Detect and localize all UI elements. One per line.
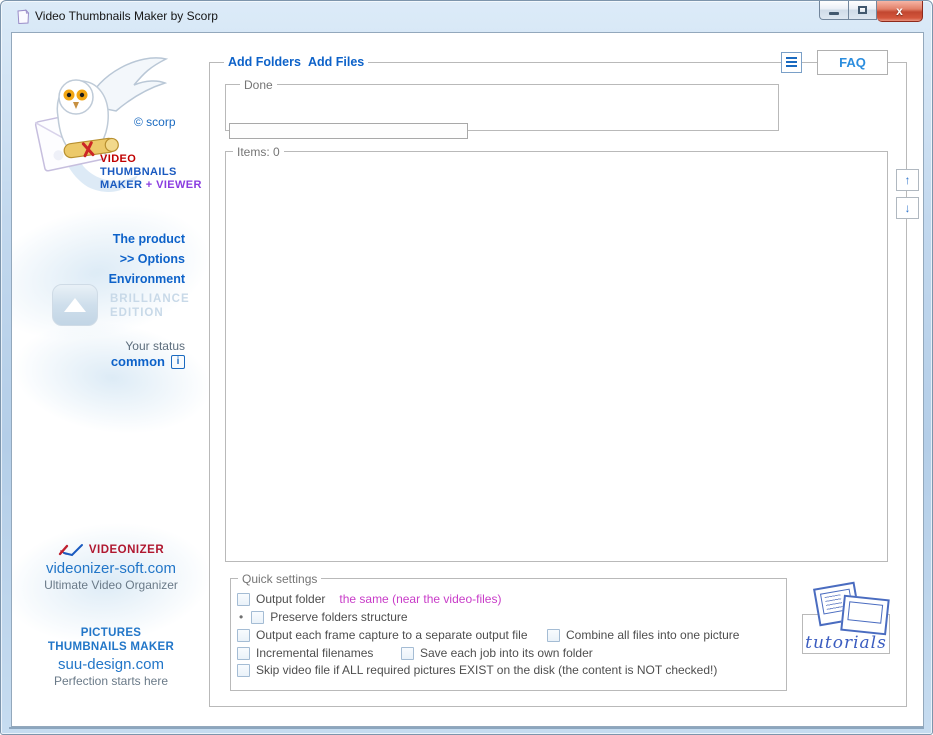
preserve-structure-checkbox[interactable] [251,611,264,624]
faq-button[interactable]: FAQ [817,50,888,75]
progress-bar [229,123,468,139]
items-list[interactable] [225,151,888,562]
separate-file-row: Output each frame capture to a separate … [237,628,528,642]
photo-sketch-icon [840,595,890,636]
app-window: Video Thumbnails Maker by Scorp x [0,0,933,735]
pictures-promo: PICTURES THUMBNAILS MAKER suu-design.com… [20,626,202,689]
videonizer-name: VIDEONIZER [89,544,164,556]
output-folder-row: Output folder the same (near the video-f… [237,592,501,606]
add-folders-link[interactable]: Add Folders [224,55,305,70]
save-job-checkbox[interactable] [401,647,414,660]
skip-video-checkbox[interactable] [237,664,250,677]
close-button[interactable]: x [877,1,923,22]
output-folder-value[interactable]: the same (near the video-files) [339,592,501,606]
logo-line-video: VIDEO [100,153,202,166]
separate-file-checkbox[interactable] [237,629,250,642]
photo-lines [825,594,843,611]
photo-inner [847,601,883,623]
move-down-button[interactable]: ↓ [896,197,919,219]
up-triangle-icon [64,298,86,312]
pictures-line1: PICTURES [20,626,202,640]
brilliance-edition-button[interactable] [52,284,98,326]
edition-label: BRILLIANCE EDITION [110,292,190,320]
close-icon: x [896,2,903,21]
list-view-button[interactable] [781,52,802,73]
pictures-line2: THUMBNAILS MAKER [20,640,202,654]
move-up-button[interactable]: ↑ [896,169,919,191]
quick-settings-label: Quick settings [238,572,321,586]
sidebar-link-environment[interactable]: Environment [109,269,185,289]
app-icon [15,9,31,25]
videonizer-promo: VIDEONIZER videonizer-soft.com Ultimate … [20,542,202,593]
output-folder-label: Output folder [256,592,325,606]
combine-files-row: Combine all files into one picture [547,628,739,642]
minimize-button[interactable] [819,1,849,20]
items-count-label: Items: 0 [233,145,284,159]
done-label: Done [240,78,277,92]
combine-files-checkbox[interactable] [547,629,560,642]
videonizer-tagline: Ultimate Video Organizer [20,578,202,593]
scorp-copyright: © scorp [134,115,176,129]
logo-line-maker-viewer: MAKER + VIEWER [100,179,202,192]
list-icon [786,57,797,68]
bullet-icon: • [239,611,243,624]
sidebar: © scorp VIDEO THUMBNAILS MAKER + VIEWER … [12,33,209,726]
output-folder-checkbox[interactable] [237,593,250,606]
videonizer-icon [58,542,84,558]
skip-video-label: Skip video file if ALL required pictures… [256,663,717,677]
content-area: © scorp VIDEO THUMBNAILS MAKER + VIEWER … [11,32,924,727]
titlebar: Video Thumbnails Maker by Scorp x [1,1,932,32]
skip-video-row: Skip video file if ALL required pictures… [237,663,717,677]
window-controls: x [819,1,923,22]
save-job-label: Save each job into its own folder [420,646,593,660]
down-arrow-icon: ↓ [905,201,911,215]
combine-files-label: Combine all files into one picture [566,628,739,642]
separate-file-label: Output each frame capture to a separate … [256,628,528,642]
info-icon[interactable]: i [171,355,185,369]
status-row: common i [111,354,185,369]
tutorials-label[interactable]: tutorials [804,633,888,653]
sidebar-link-the-product[interactable]: The product [109,229,185,249]
sidebar-nav: The product >> Options Environment [109,229,185,289]
incremental-row: Incremental filenames [237,646,373,660]
maximize-button[interactable] [849,1,877,20]
up-arrow-icon: ↑ [905,173,911,187]
sidebar-link-options[interactable]: >> Options [109,249,185,269]
incremental-label: Incremental filenames [256,646,373,660]
pictures-tagline: Perfection starts here [20,674,202,689]
save-job-row: Save each job into its own folder [401,646,593,660]
videonizer-name-row: VIDEONIZER [20,542,202,558]
frame-shadow-line [9,727,924,729]
logo-line-thumbnails: THUMBNAILS [100,166,202,179]
videonizer-site-link[interactable]: videonizer-soft.com [20,560,202,578]
incremental-checkbox[interactable] [237,647,250,660]
suu-design-site-link[interactable]: suu-design.com [20,656,202,674]
window-title: Video Thumbnails Maker by Scorp [35,1,218,31]
maximize-icon [858,6,867,14]
status-label: Your status [125,339,185,353]
preserve-structure-label: Preserve folders structure [270,610,407,624]
status-value: common [111,354,165,369]
app-logo-text: VIDEO THUMBNAILS MAKER + VIEWER [100,153,202,192]
preserve-structure-row: • Preserve folders structure [239,610,408,624]
add-files-link[interactable]: Add Files [304,55,368,70]
minimize-icon [829,12,839,15]
